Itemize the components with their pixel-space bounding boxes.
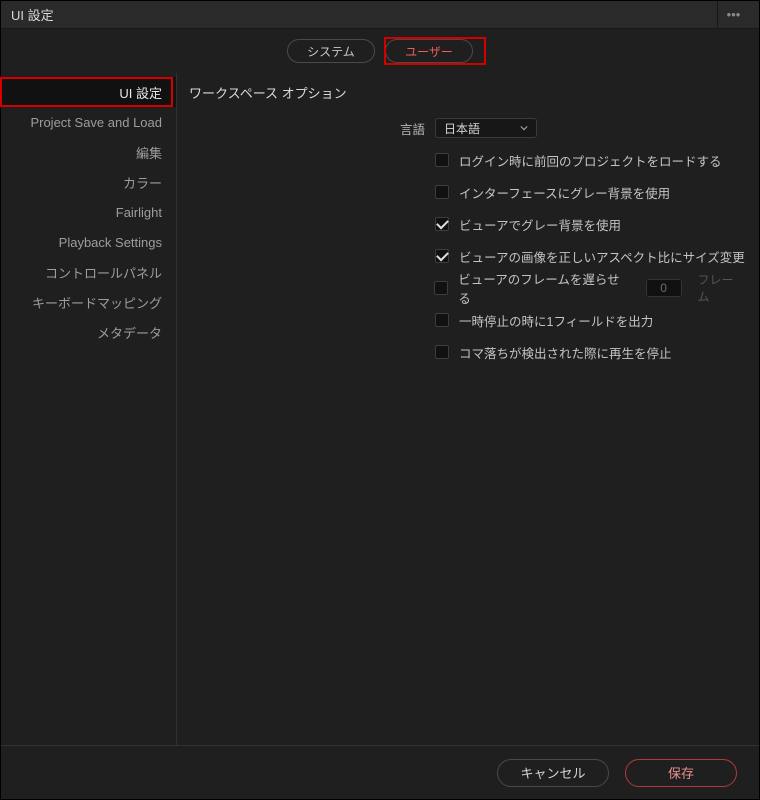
footer: キャンセル 保存 [1, 745, 759, 799]
sidebar-item-edit[interactable]: 編集 [1, 137, 176, 167]
tab-strip: システム ユーザー [1, 29, 759, 73]
sidebar-item-project-save-and-load[interactable]: Project Save and Load [1, 107, 176, 137]
window-title: UI 設定 [11, 5, 717, 24]
sidebar-item-ui-settings[interactable]: UI 設定 [1, 77, 176, 107]
cancel-button[interactable]: キャンセル [497, 759, 609, 787]
checkbox-viewer-gray-bg[interactable] [435, 217, 449, 231]
label-viewer-gray-bg: ビューアでグレー背景を使用 [459, 215, 621, 234]
checkbox-pause-output-field[interactable] [435, 313, 449, 327]
label-stop-on-drop: コマ落ちが検出された際に再生を停止 [459, 343, 672, 362]
label-gray-interface: インターフェースにグレー背景を使用 [459, 183, 670, 202]
checkbox-viewer-correct-aspect[interactable] [435, 249, 449, 263]
checkbox-stop-on-drop[interactable] [435, 345, 449, 359]
ellipsis-icon: ••• [727, 7, 741, 22]
delay-frames-unit: フレーム [698, 271, 746, 305]
delay-frames-input[interactable]: 0 [646, 279, 682, 297]
sidebar-item-playback-settings[interactable]: Playback Settings [1, 227, 176, 257]
label-delay-viewer-frames: ビューアのフレームを遅らせる [458, 269, 631, 307]
sidebar-item-fairlight[interactable]: Fairlight [1, 197, 176, 227]
chevron-down-icon [520, 126, 528, 131]
tab-user[interactable]: ユーザー [385, 39, 473, 63]
tab-system[interactable]: システム [287, 39, 375, 63]
section-title: ワークスペース オプション [189, 83, 745, 102]
sidebar-item-metadata[interactable]: メタデータ [1, 317, 176, 347]
settings-panel: ワークスペース オプション 言語 日本語 ログイン時に前回のプロジェクトをロード… [176, 73, 745, 745]
language-value: 日本語 [444, 120, 480, 137]
language-label: 言語 [187, 119, 425, 138]
checkbox-gray-interface[interactable] [435, 185, 449, 199]
save-button[interactable]: 保存 [625, 759, 737, 787]
titlebar: UI 設定 ••• [1, 1, 759, 29]
checkbox-delay-viewer-frames[interactable] [434, 281, 448, 295]
language-select[interactable]: 日本語 [435, 118, 537, 138]
more-menu-button[interactable]: ••• [717, 1, 749, 28]
sidebar: UI 設定 Project Save and Load 編集 カラー Fairl… [1, 73, 176, 745]
label-pause-output-field: 一時停止の時に1フィールドを出力 [459, 311, 653, 330]
sidebar-item-color[interactable]: カラー [1, 167, 176, 197]
label-load-last-project: ログイン時に前回のプロジェクトをロードする [459, 151, 722, 170]
sidebar-item-keyboard-mapping[interactable]: キーボードマッピング [1, 287, 176, 317]
checkbox-load-last-project[interactable] [435, 153, 449, 167]
label-viewer-correct-aspect: ビューアの画像を正しいアスペクト比にサイズ変更 [459, 247, 745, 266]
sidebar-item-control-panel[interactable]: コントロールパネル [1, 257, 176, 287]
